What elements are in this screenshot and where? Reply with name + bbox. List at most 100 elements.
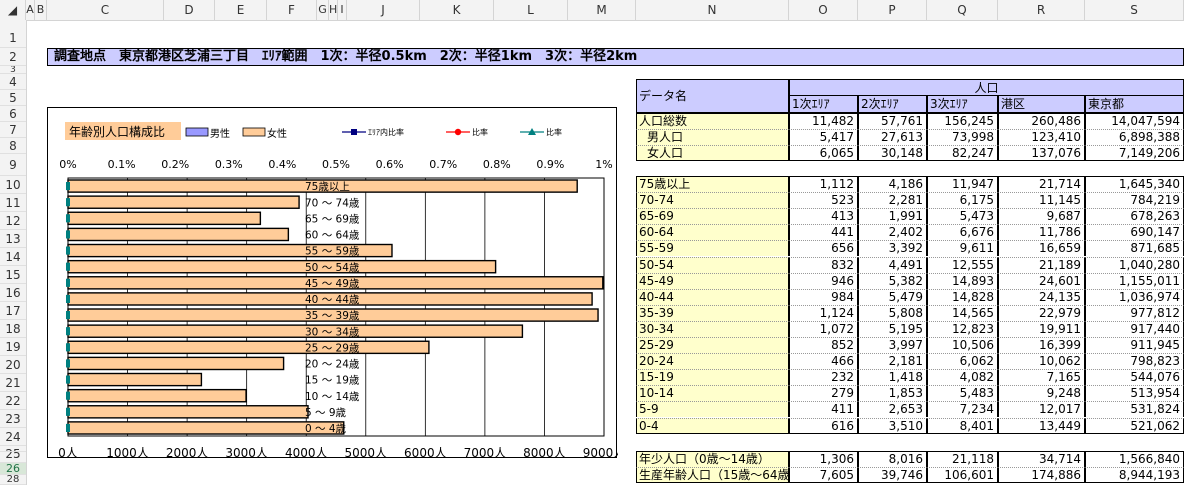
block2-label[interactable]: 70-74 [636, 192, 789, 209]
block2-value[interactable]: 3,997 [858, 337, 927, 354]
block2-value[interactable]: 466 [789, 353, 858, 370]
header-3[interactable]: 3次ｴﾘｱ [927, 95, 998, 113]
block3-value[interactable]: 1,566,840 [1085, 451, 1184, 467]
block2-value[interactable]: 16,659 [998, 240, 1085, 257]
block2-value[interactable]: 16,399 [998, 337, 1085, 354]
block2-label[interactable]: 30-34 [636, 320, 789, 337]
block2-value[interactable]: 11,786 [998, 224, 1085, 241]
block2-value[interactable]: 946 [789, 272, 858, 289]
block1-value[interactable]: 30,148 [858, 145, 927, 161]
block3-value[interactable]: 34,714 [998, 451, 1085, 467]
block2-value[interactable]: 5,473 [927, 208, 998, 225]
block2-label[interactable]: 20-24 [636, 353, 789, 370]
block2-value[interactable]: 21,189 [998, 256, 1085, 273]
block2-value[interactable]: 12,823 [927, 320, 998, 337]
block2-value[interactable]: 14,828 [927, 288, 998, 305]
header-4[interactable]: 港区 [998, 95, 1085, 113]
block3-value[interactable]: 7,605 [789, 467, 858, 483]
block2-value[interactable]: 7,234 [927, 401, 998, 418]
block1-value[interactable]: 11,482 [789, 113, 858, 129]
block2-value[interactable]: 5,479 [858, 288, 927, 305]
block2-value[interactable]: 9,248 [998, 385, 1085, 402]
block1-value[interactable]: 82,247 [927, 145, 998, 161]
block2-value[interactable]: 413 [789, 208, 858, 225]
block2-value[interactable]: 1,155,011 [1085, 272, 1184, 289]
block2-value[interactable]: 5,195 [858, 320, 927, 337]
block2-value[interactable]: 441 [789, 224, 858, 241]
block3-value[interactable]: 1,306 [789, 451, 858, 467]
block2-label[interactable]: 5-9 [636, 401, 789, 418]
block2-value[interactable]: 14,565 [927, 304, 998, 321]
block1-label[interactable]: 女人口 [636, 145, 789, 161]
block2-label[interactable]: 15-19 [636, 369, 789, 386]
block2-value[interactable]: 852 [789, 337, 858, 354]
block2-value[interactable]: 678,263 [1085, 208, 1184, 225]
block3-value[interactable]: 174,886 [998, 467, 1085, 483]
block2-value[interactable]: 521,062 [1085, 417, 1184, 434]
block2-value[interactable]: 977,812 [1085, 304, 1184, 321]
block1-value[interactable]: 260,486 [998, 113, 1085, 129]
block2-value[interactable]: 1,853 [858, 385, 927, 402]
block2-value[interactable]: 871,685 [1085, 240, 1184, 257]
block2-value[interactable]: 12,555 [927, 256, 998, 273]
block2-label[interactable]: 35-39 [636, 304, 789, 321]
block2-value[interactable]: 5,382 [858, 272, 927, 289]
block2-value[interactable]: 1,036,974 [1085, 288, 1184, 305]
block1-value[interactable]: 6,065 [789, 145, 858, 161]
block2-value[interactable]: 616 [789, 417, 858, 434]
header-data-name[interactable]: データ名 [636, 79, 789, 113]
block2-value[interactable]: 14,893 [927, 272, 998, 289]
block2-value[interactable]: 1,072 [789, 320, 858, 337]
block2-value[interactable]: 1,112 [789, 176, 858, 193]
block2-value[interactable]: 1,040,280 [1085, 256, 1184, 273]
block2-value[interactable]: 1,645,340 [1085, 176, 1184, 193]
block1-value[interactable]: 6,898,388 [1085, 129, 1184, 145]
block2-value[interactable]: 1,991 [858, 208, 927, 225]
block2-value[interactable]: 8,401 [927, 417, 998, 434]
block2-value[interactable]: 9,611 [927, 240, 998, 257]
block2-value[interactable]: 2,181 [858, 353, 927, 370]
block1-label[interactable]: 人口総数 [636, 113, 789, 129]
block2-value[interactable]: 1,418 [858, 369, 927, 386]
block2-value[interactable]: 1,124 [789, 304, 858, 321]
block2-value[interactable]: 7,165 [998, 369, 1085, 386]
block1-value[interactable]: 57,761 [858, 113, 927, 129]
header-1[interactable]: 1次ｴﾘｱ [789, 95, 858, 113]
block3-value[interactable]: 8,944,193 [1085, 467, 1184, 483]
block2-value[interactable]: 3,392 [858, 240, 927, 257]
block2-value[interactable]: 279 [789, 385, 858, 402]
block2-value[interactable]: 24,135 [998, 288, 1085, 305]
block2-label[interactable]: 75歳以上 [636, 176, 789, 193]
block2-value[interactable]: 690,147 [1085, 224, 1184, 241]
block2-value[interactable]: 3,510 [858, 417, 927, 434]
block2-value[interactable]: 911,945 [1085, 337, 1184, 354]
block2-value[interactable]: 4,491 [858, 256, 927, 273]
block2-label[interactable]: 10-14 [636, 385, 789, 402]
block2-label[interactable]: 40-44 [636, 288, 789, 305]
block2-value[interactable]: 232 [789, 369, 858, 386]
block1-value[interactable]: 73,998 [927, 129, 998, 145]
block2-value[interactable]: 6,676 [927, 224, 998, 241]
block2-value[interactable]: 2,402 [858, 224, 927, 241]
block2-label[interactable]: 55-59 [636, 240, 789, 257]
block1-value[interactable]: 123,410 [998, 129, 1085, 145]
block2-value[interactable]: 13,449 [998, 417, 1085, 434]
block2-value[interactable]: 656 [789, 240, 858, 257]
block2-value[interactable]: 544,076 [1085, 369, 1184, 386]
block2-value[interactable]: 10,062 [998, 353, 1085, 370]
header-5[interactable]: 東京都 [1085, 95, 1184, 113]
block2-value[interactable]: 6,062 [927, 353, 998, 370]
block2-value[interactable]: 10,506 [927, 337, 998, 354]
block2-label[interactable]: 50-54 [636, 256, 789, 273]
block2-label[interactable]: 45-49 [636, 272, 789, 289]
block2-value[interactable]: 21,714 [998, 176, 1085, 193]
block2-label[interactable]: 65-69 [636, 208, 789, 225]
block2-value[interactable]: 22,979 [998, 304, 1085, 321]
block1-value[interactable]: 156,245 [927, 113, 998, 129]
block3-label[interactable]: 生産年齢人口（15歳～64歳） [636, 467, 789, 483]
block2-value[interactable]: 5,483 [927, 385, 998, 402]
block2-value[interactable]: 11,145 [998, 192, 1085, 209]
block2-value[interactable]: 523 [789, 192, 858, 209]
block3-value[interactable]: 8,016 [858, 451, 927, 467]
block2-value[interactable]: 2,281 [858, 192, 927, 209]
